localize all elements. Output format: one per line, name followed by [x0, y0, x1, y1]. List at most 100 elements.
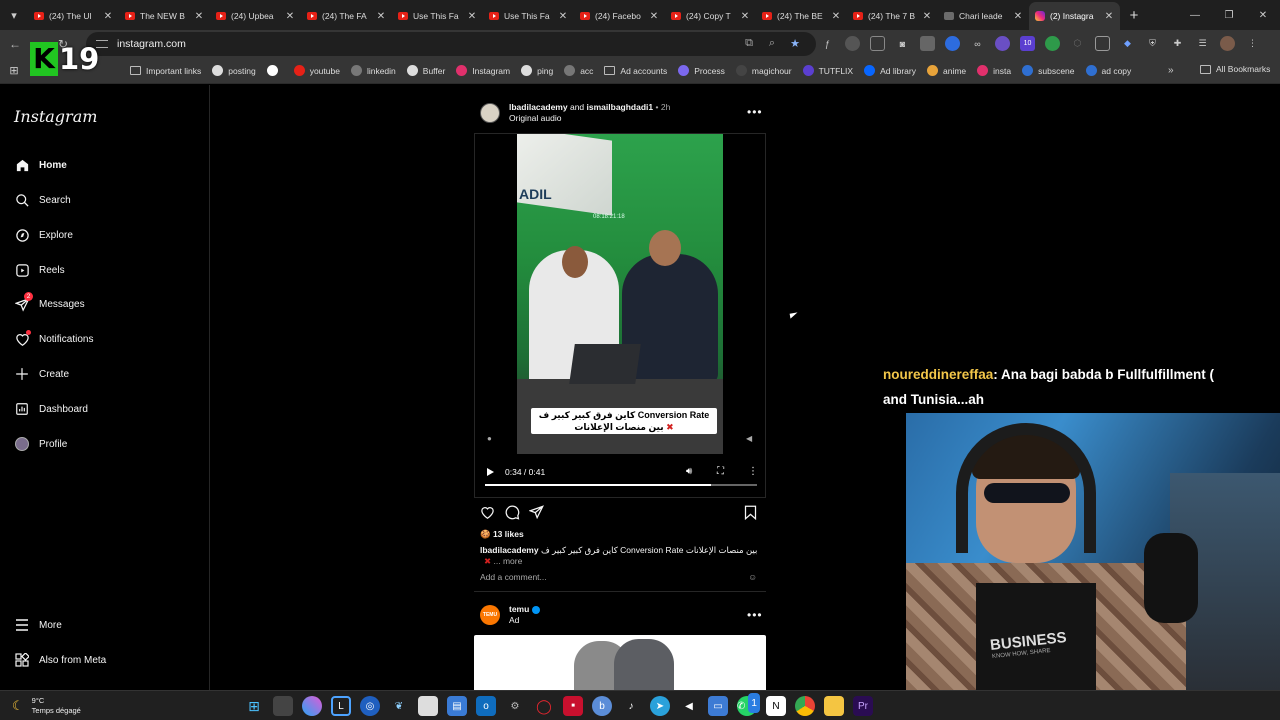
caption-more-link[interactable]: ... more	[494, 556, 523, 566]
extension-icon[interactable]	[845, 36, 860, 51]
bookmark-item[interactable]: Ad library	[864, 65, 916, 76]
emoji-icon[interactable]: ☺	[748, 572, 757, 582]
sidebar-item-more[interactable]: More	[14, 617, 62, 633]
post-video-player[interactable]: ADIL 08:18:21:18 كاين فرق كبير كبير ف Co…	[474, 133, 766, 498]
extension-icon[interactable]	[870, 36, 885, 51]
link-extension-icon[interactable]: ∞	[970, 36, 985, 51]
premiere-icon[interactable]: Pr	[853, 696, 873, 716]
bookmark-item[interactable]: subscene	[1022, 65, 1075, 76]
bookmark-item[interactable]: insta	[977, 65, 1011, 76]
extension-badge-icon[interactable]: 10	[1020, 36, 1035, 51]
shield-icon[interactable]: ⛨	[1145, 36, 1160, 51]
bookmark-item[interactable]: Buffer	[406, 65, 445, 76]
save-bookmark-icon[interactable]	[744, 505, 757, 524]
url-bar[interactable]: instagram.com	[86, 32, 816, 56]
share-icon[interactable]	[528, 505, 544, 523]
browser-tab[interactable]: Use This Fa ✕	[483, 2, 574, 30]
temu-avatar[interactable]: TEMU	[480, 605, 500, 625]
store-icon[interactable]: ▤	[447, 696, 467, 716]
extension-icon[interactable]	[1095, 36, 1110, 51]
browser-tab[interactable]: The NEW B ✕	[119, 2, 210, 30]
sidebar-item-messages[interactable]: 2 Messages	[14, 292, 85, 312]
app-icon[interactable]: L	[331, 696, 351, 716]
app-icon[interactable]	[418, 696, 438, 716]
browser-tab[interactable]: (24) The FA ✕	[301, 2, 392, 30]
all-bookmarks-button[interactable]: All Bookmarks	[1200, 64, 1270, 74]
bookmark-item[interactable]: anime	[927, 65, 966, 76]
tab-search-dropdown-icon[interactable]: ▾	[0, 0, 28, 30]
puzzle-icon[interactable]: ✚	[1170, 36, 1185, 51]
tab-close-icon[interactable]: ✕	[467, 11, 477, 22]
bookmark-item[interactable]: Important links	[130, 65, 201, 76]
browser-tab[interactable]: Chari leade ✕	[938, 2, 1029, 30]
back-icon[interactable]: ←	[3, 32, 27, 56]
extension-icon[interactable]	[1045, 36, 1060, 51]
sidebar-item-profile[interactable]: Profile	[14, 436, 67, 452]
tab-close-icon[interactable]: ✕	[740, 11, 750, 22]
extension-icon[interactable]	[920, 36, 935, 51]
fx-extension-icon[interactable]: ƒ	[820, 36, 835, 51]
app-icon[interactable]: ▭	[708, 696, 728, 716]
bookmark-star-icon[interactable]: ★	[788, 36, 802, 50]
post-options-icon[interactable]: •••	[747, 105, 763, 119]
weather-widget[interactable]: ☾ 9°C Temps dégagé	[12, 696, 81, 716]
tab-close-icon[interactable]: ✕	[558, 11, 568, 22]
browser-tab[interactable]: (24) The 7 B ✕	[847, 2, 938, 30]
like-heart-icon[interactable]	[480, 505, 495, 523]
bookmark-item[interactable]: Ad accounts	[604, 65, 667, 76]
sidebar-item-also-from-meta[interactable]: Also from Meta	[14, 652, 106, 668]
tab-close-icon[interactable]: ✕	[194, 11, 204, 22]
browser-tab[interactable]: (2) Instagra ✕	[1029, 2, 1120, 30]
app-icon[interactable]: ◎	[360, 696, 380, 716]
browser-tab[interactable]: (24) Facebo ✕	[574, 2, 665, 30]
extension-icon[interactable]	[995, 36, 1010, 51]
extension-icon[interactable]: ⬡	[1070, 36, 1085, 51]
volume-icon[interactable]: 🔊︎	[686, 466, 692, 477]
restore-icon[interactable]: ❐	[1212, 0, 1246, 30]
video-progress-bar[interactable]	[485, 484, 757, 486]
sidebar-item-reels[interactable]: Reels	[14, 262, 65, 278]
like-count[interactable]: 🍪 13 likes	[480, 529, 524, 540]
minimize-icon[interactable]: —	[1178, 0, 1212, 30]
bookmark-item[interactable]: youtube	[293, 65, 340, 76]
new-tab-button[interactable]: +	[1122, 7, 1146, 24]
bookmarks-overflow-icon[interactable]: »	[1168, 65, 1174, 76]
browser-tab[interactable]: Use This Fa ✕	[392, 2, 483, 30]
tab-close-icon[interactable]: ✕	[1013, 11, 1023, 22]
tagged-users-icon[interactable]: ●	[487, 434, 492, 443]
post-options-icon[interactable]: •••	[747, 608, 763, 622]
extension-icon[interactable]	[945, 36, 960, 51]
zoom-icon[interactable]: ⌕	[765, 36, 779, 50]
copilot-icon[interactable]	[302, 696, 322, 716]
sidebar-item-notifications[interactable]: Notifications	[14, 330, 93, 347]
sidebar-item-explore[interactable]: Explore	[14, 227, 73, 243]
whatsapp-icon[interactable]: ✆ 1	[737, 693, 760, 716]
app-icon[interactable]: b	[592, 696, 612, 716]
comment-icon[interactable]	[505, 505, 520, 524]
sidebar-item-home[interactable]: Home	[14, 157, 67, 173]
sidebar-item-create[interactable]: Create	[14, 366, 69, 382]
bookmark-item[interactable]: ping	[521, 65, 553, 76]
bookmark-item[interactable]: linkedin	[350, 65, 396, 76]
notion-icon[interactable]: N	[766, 696, 786, 716]
task-view-icon[interactable]	[273, 696, 293, 716]
instagram-logo[interactable]: Instagram	[14, 107, 97, 126]
browser-tab[interactable]: (24) Copy T ✕	[665, 2, 756, 30]
app-icon[interactable]: ❦	[389, 696, 409, 716]
post-audio-link[interactable]: Original audio	[509, 113, 561, 123]
telegram-icon[interactable]: ➤	[650, 696, 670, 716]
browser-tab[interactable]: (24) Upbea ✕	[210, 2, 301, 30]
browser-tab[interactable]: (24) The BE ✕	[756, 2, 847, 30]
sidebar-item-dashboard[interactable]: Dashboard	[14, 401, 88, 417]
ad-image[interactable]	[474, 635, 766, 690]
post-author-link[interactable]: lbadilacademy	[509, 102, 568, 112]
bookmark-item[interactable]: TUTFLIX	[802, 65, 853, 76]
play-icon[interactable]	[487, 468, 494, 476]
menu-kebab-icon[interactable]: ⋮	[1245, 36, 1260, 51]
add-comment-input[interactable]: Add a comment... ☺	[480, 572, 757, 582]
post-coauthor-link[interactable]: ismailbaghdadi1	[587, 102, 654, 112]
tab-close-icon[interactable]: ✕	[1104, 11, 1114, 22]
fullscreen-icon[interactable]: ⛶	[717, 466, 724, 477]
tiktok-icon[interactable]: ♪	[621, 696, 641, 716]
caption-author[interactable]: lbadilacademy	[480, 545, 539, 555]
